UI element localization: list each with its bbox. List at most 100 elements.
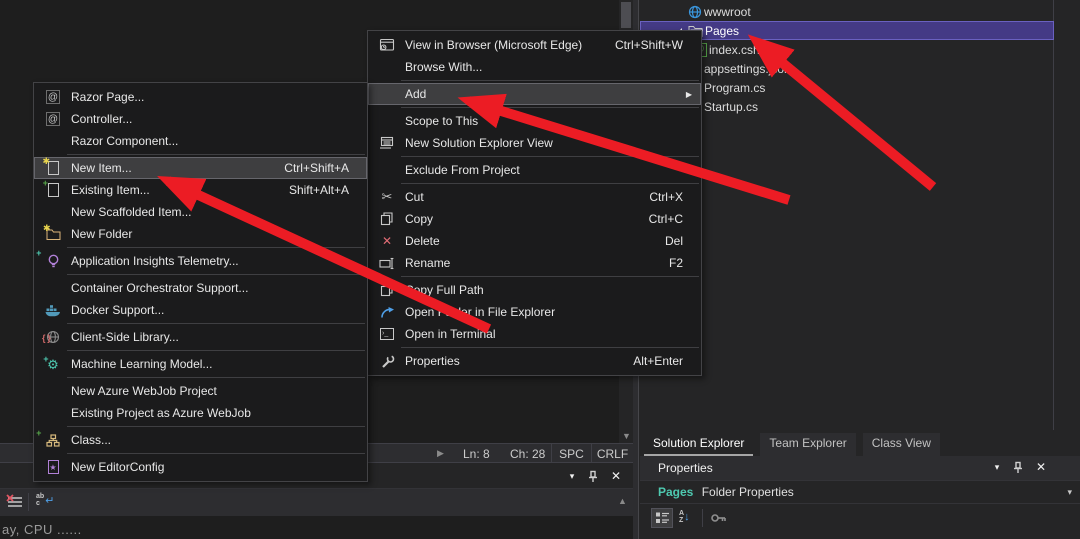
diagnostics-strip: ay, CPU ...... — [0, 516, 633, 539]
partial-clipped-text: ay, CPU ...... — [2, 522, 82, 537]
spaces-indicator[interactable]: SPC — [551, 444, 591, 463]
menu-item-existing-project-as-azure-webjob[interactable]: Existing Project as Azure WebJob — [34, 402, 367, 424]
ml-gear-icon: ⚙+ — [42, 358, 64, 371]
menu-item-new-item[interactable]: ✱ New Item... Ctrl+Shift+A — [34, 157, 367, 179]
word-wrap-icon[interactable]: abc ↵ — [36, 493, 54, 507]
pin-icon[interactable] — [587, 470, 601, 483]
solution-view-icon — [376, 136, 398, 150]
menu-item-docker-support[interactable]: Docker Support... — [34, 299, 367, 321]
menu-item-new-scaffolded-item[interactable]: New Scaffolded Item... — [34, 201, 367, 223]
new-item-icon: ✱ — [42, 161, 64, 175]
chevron-down-icon[interactable]: ▾ — [565, 471, 579, 482]
submenu-arrow-icon: ▶ — [686, 90, 692, 99]
menu-item-machine-learning-model[interactable]: ⚙+ Machine Learning Model... — [34, 353, 367, 375]
menu-item-cut[interactable]: ✂ Cut Ctrl+X — [368, 186, 701, 208]
selected-object-type: Folder Properties — [702, 485, 794, 499]
menu-item-rename[interactable]: Rename F2 — [368, 252, 701, 274]
property-pages-key-icon[interactable] — [710, 510, 727, 525]
menu-separator — [401, 107, 699, 108]
context-menu: View in Browser (Microsoft Edge) Ctrl+Sh… — [367, 30, 702, 376]
bottom-panel-toolbar: abc ↵ ▲ — [0, 488, 633, 516]
scrollbar-down-arrow-icon[interactable]: ▼ — [622, 432, 631, 441]
alphabetical-sort-icon[interactable]: AZ↓ — [679, 510, 690, 524]
menu-separator — [67, 426, 365, 427]
copy-icon — [376, 212, 398, 226]
menu-item-application-insights[interactable]: + Application Insights Telemetry... — [34, 250, 367, 272]
terminal-icon: ›_ — [376, 328, 398, 340]
menu-item-delete[interactable]: ✕ Delete Del — [368, 230, 701, 252]
menu-item-exclude-from-project[interactable]: Exclude From Project — [368, 159, 701, 181]
chevron-down-icon[interactable]: ▾ — [1067, 487, 1072, 498]
menu-separator — [401, 347, 699, 348]
menu-item-browse-with[interactable]: Browse With... — [368, 56, 701, 78]
tab-class-view[interactable]: Class View — [863, 433, 940, 456]
menu-separator — [67, 323, 365, 324]
pin-icon[interactable] — [1012, 461, 1026, 474]
properties-object-selector[interactable]: Pages Folder Properties ▾ — [640, 480, 1080, 504]
tab-team-explorer[interactable]: Team Explorer — [760, 433, 855, 456]
tree-item-wwwroot[interactable]: wwwroot — [640, 2, 1054, 21]
menu-separator — [67, 154, 365, 155]
menu-item-controller[interactable]: @ Controller... — [34, 108, 367, 130]
menu-item-add[interactable]: Add ▶ — [368, 83, 701, 105]
add-submenu: @ Razor Page... @ Controller... Razor Co… — [33, 82, 368, 482]
close-icon[interactable]: ✕ — [1034, 460, 1048, 474]
tree-item-appsettings[interactable]: { } appsettings.json — [640, 59, 1054, 78]
menu-item-open-folder-in-file-explorer[interactable]: Open Folder in File Explorer — [368, 301, 701, 323]
line-indicator: Ln: 8 — [463, 447, 490, 461]
menu-item-copy-full-path[interactable]: Copy Full Path — [368, 279, 701, 301]
menu-separator — [401, 183, 699, 184]
tree-item-pages[interactable]: Pages — [640, 21, 1054, 40]
menu-item-scope-to-this[interactable]: Scope to This — [368, 110, 701, 132]
editorconfig-icon: ★ — [42, 460, 64, 474]
copy-icon — [376, 283, 398, 297]
tab-solution-explorer[interactable]: Solution Explorer — [644, 433, 753, 456]
close-icon[interactable]: ✕ — [609, 469, 623, 483]
menu-separator — [401, 276, 699, 277]
chevron-down-icon[interactable]: ▾ — [990, 462, 1004, 473]
app-insights-icon: + — [42, 254, 64, 268]
menu-item-properties[interactable]: Properties Alt+Enter — [368, 350, 701, 372]
client-library-icon: { } — [42, 330, 64, 344]
scissors-icon: ✂ — [376, 189, 398, 205]
rename-icon — [376, 257, 398, 270]
globe-icon — [685, 5, 704, 19]
play-arrow-icon[interactable]: ▶ — [437, 448, 444, 459]
categorized-view-icon[interactable] — [651, 508, 673, 528]
menu-separator — [67, 274, 365, 275]
menu-separator — [67, 350, 365, 351]
menu-item-new-solution-explorer-view[interactable]: New Solution Explorer View — [368, 132, 701, 154]
error-list-icon[interactable] — [6, 494, 24, 510]
delete-x-icon: ✕ — [376, 234, 398, 248]
new-folder-icon: ✱ — [42, 228, 64, 240]
menu-separator — [67, 377, 365, 378]
vs-ide-screenshot: { "colors":{"selection_bg":"#443a85","se… — [0, 0, 1080, 539]
wrench-icon — [376, 354, 398, 369]
menu-item-open-in-terminal[interactable]: ›_ Open in Terminal — [368, 323, 701, 345]
menu-item-container-orchestrator[interactable]: Container Orchestrator Support... — [34, 277, 367, 299]
menu-item-razor-page[interactable]: @ Razor Page... — [34, 86, 367, 108]
menu-item-copy[interactable]: Copy Ctrl+C — [368, 208, 701, 230]
toolbar-separator — [702, 509, 703, 527]
menu-item-new-folder[interactable]: ✱ New Folder — [34, 223, 367, 245]
column-indicator: Ch: 28 — [510, 447, 545, 461]
browser-icon — [376, 38, 398, 52]
menu-item-view-in-browser[interactable]: View in Browser (Microsoft Edge) Ctrl+Sh… — [368, 34, 701, 56]
scrollbar-thumb[interactable] — [621, 2, 631, 28]
menu-item-existing-item[interactable]: + Existing Item... Shift+Alt+A — [34, 179, 367, 201]
menu-item-client-side-library[interactable]: { } Client-Side Library... — [34, 326, 367, 348]
menu-item-new-editorconfig[interactable]: ★ New EditorConfig — [34, 456, 367, 478]
properties-toolbar: AZ↓ — [640, 503, 1080, 533]
tree-item-startup-cs[interactable]: # Startup.cs — [640, 97, 1054, 116]
line-ending-indicator[interactable]: CRLF — [591, 444, 633, 463]
menu-separator — [67, 247, 365, 248]
scrollbar-up-arrow-icon[interactable]: ▲ — [618, 497, 627, 506]
menu-separator — [67, 453, 365, 454]
menu-item-razor-component[interactable]: Razor Component... — [34, 130, 367, 152]
docker-icon — [42, 304, 64, 317]
curved-arrow-icon — [376, 306, 398, 319]
tree-item-index-cshtml[interactable]: @ index.cshtml — [640, 40, 1054, 59]
menu-item-class[interactable]: + Class... — [34, 429, 367, 451]
menu-item-new-azure-webjob-project[interactable]: New Azure WebJob Project — [34, 380, 367, 402]
tree-item-program-cs[interactable]: # Program.cs — [640, 78, 1054, 97]
